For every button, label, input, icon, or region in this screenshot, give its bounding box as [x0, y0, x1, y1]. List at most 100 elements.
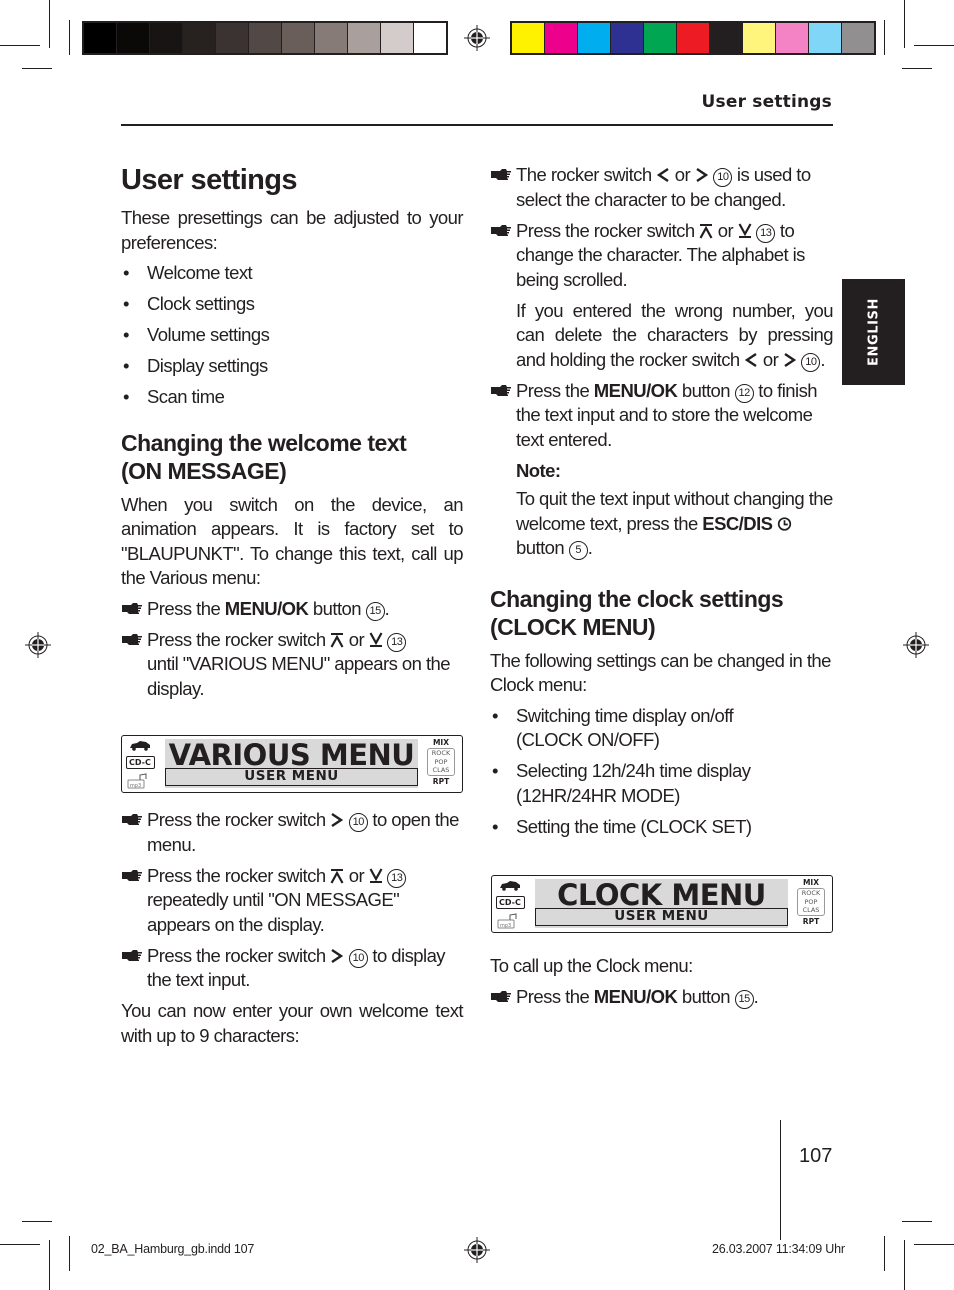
- list-item: • Volume settings: [123, 324, 270, 345]
- callout-number: 13: [387, 632, 407, 652]
- callout-number: 12: [734, 383, 754, 403]
- registration-mark-icon: [464, 25, 490, 51]
- callout-number: 13: [756, 223, 776, 243]
- registration-mark-icon: [903, 632, 929, 658]
- page-number: 107: [799, 1145, 833, 1167]
- rocker-right-icon: [783, 352, 797, 368]
- color-swatch: [414, 23, 446, 53]
- right-column-lower: To call up the Clock menu: Press the MEN…: [490, 954, 833, 1016]
- color-swatch: [809, 23, 841, 53]
- crop-mark: [902, 1221, 932, 1222]
- section-heading-clock: Changing the clock settings (CLOCK MENU): [490, 585, 784, 641]
- steps-list: The rocker switch or 10 is used to selec…: [490, 163, 834, 561]
- crop-mark: [22, 1221, 52, 1222]
- callout-number: 15: [734, 990, 754, 1009]
- left-column-lower: Press the rocker switch 10 to open the m…: [121, 808, 464, 1048]
- slug-filename: 02_BA_Hamburg_gb.indd 107: [91, 1242, 255, 1256]
- crop-mark: [904, 0, 905, 48]
- steps-list: Press the rocker switch 10 to open the m…: [121, 808, 463, 993]
- clock-icon: [777, 516, 792, 532]
- step-item: The rocker switch or 10 is used to selec…: [490, 163, 833, 212]
- car-icon: [128, 739, 152, 751]
- lcd-main-area: VARIOUS MENU USER MENU: [165, 739, 418, 788]
- color-swatch: [677, 23, 709, 53]
- step-item: Press the MENU/OK button 12 to finish th…: [490, 379, 833, 561]
- step-item: Press the MENU/OK button 15.: [121, 597, 463, 622]
- lcd-mode-indicators: MIX ROCK POP CLAS RPT: [423, 738, 459, 786]
- registration-mark-icon: [464, 1237, 490, 1263]
- list-item: • Scan time: [123, 386, 225, 407]
- lcd-main-text: CLOCK MENU: [557, 878, 766, 912]
- color-swatch: [282, 23, 314, 53]
- lcd-mode-indicators: MIX ROCK POP CLAS RPT: [793, 878, 829, 926]
- color-swatch: [644, 23, 676, 53]
- color-swatch: [842, 23, 874, 53]
- crop-mark: [0, 45, 40, 46]
- clock-settings-list: • Switching time display on/off (CLOCK ON/…: [490, 704, 833, 840]
- lcd-sub-text: USER MENU: [535, 908, 788, 926]
- pointing-hand-icon: [490, 383, 512, 397]
- list-item: • Welcome text: [123, 262, 253, 283]
- intro-text: These presettings can be adjusted to you…: [121, 207, 464, 253]
- rocker-right-icon: [330, 948, 344, 964]
- crop-mark: [902, 68, 932, 69]
- outro-text: You can now enter your own welcome text …: [121, 1000, 464, 1046]
- callout-number: 13: [387, 868, 407, 888]
- crop-mark: [0, 1244, 40, 1245]
- step-item: Press the rocker switch or 13 until "VAR…: [121, 628, 463, 702]
- section-heading-welcome: Changing the welcome text (ON MESSAGE): [121, 429, 407, 485]
- list-item: • Switching time display on/off (CLOCK ON/…: [492, 704, 734, 751]
- color-swatch: [249, 23, 281, 53]
- rocker-up-icon: [330, 868, 344, 884]
- color-swatch: [512, 23, 544, 53]
- color-swatch: [216, 23, 248, 53]
- pointing-hand-icon: [490, 989, 512, 1003]
- pointing-hand-icon: [121, 812, 143, 826]
- color-swatch: [381, 23, 413, 53]
- car-icon: [498, 879, 522, 891]
- cd-changer-indicator: CD-C: [126, 756, 155, 769]
- welcome-intro: When you switch on the device, an animat…: [121, 493, 464, 589]
- crop-mark: [69, 1236, 70, 1271]
- step-item: Press the rocker switch 10 to open the m…: [121, 808, 463, 857]
- clock-intro: The following settings can be changed in…: [490, 649, 831, 696]
- header-rule: [121, 124, 833, 126]
- language-tab-label: ENGLISH: [866, 298, 881, 366]
- right-column: The rocker switch or 10 is used to selec…: [490, 163, 834, 846]
- pointing-hand-icon: [121, 948, 143, 962]
- note-block: Note:: [516, 459, 833, 484]
- crop-mark: [904, 1240, 905, 1290]
- pointing-hand-icon: [121, 868, 143, 882]
- color-swatch: [84, 23, 116, 53]
- color-swatch: [743, 23, 775, 53]
- rocker-left-icon: [656, 167, 670, 183]
- step-item: Press the rocker switch 10 to display th…: [121, 944, 463, 993]
- rocker-right-icon: [695, 167, 709, 183]
- page-title: User settings: [121, 164, 298, 196]
- step-item: Press the MENU/OK button 15.: [490, 985, 833, 1010]
- rocker-up-icon: [699, 223, 713, 239]
- color-swatch: [117, 23, 149, 53]
- rocker-right-icon: [330, 812, 344, 828]
- settings-list: • Welcome text • Clock settings • Volume se…: [121, 261, 463, 410]
- lcd-display-clock-menu: CD-C CLOCK MENU USER MENU MIX ROCK POP CLA…: [491, 875, 833, 933]
- crop-mark: [69, 20, 70, 55]
- delete-hint: If you entered the wrong number, you can…: [516, 299, 834, 372]
- lcd-main-text: VARIOUS MENU: [168, 738, 415, 772]
- color-swatch: [545, 23, 577, 53]
- registration-mark-icon: [25, 632, 51, 658]
- callout-number: 10: [348, 813, 368, 832]
- crop-mark: [49, 0, 50, 48]
- note-label: Note:: [516, 459, 561, 481]
- callout-number: 10: [713, 168, 733, 187]
- rocker-up-icon: [330, 632, 344, 648]
- step-item: Press the rocker switch or 13 repeatedly…: [121, 864, 463, 938]
- list-item: • Selecting 12h/24h time display (12HR/24H…: [492, 760, 751, 806]
- left-column: User settings These presettings can be a…: [121, 160, 464, 708]
- cd-changer-indicator: CD-C: [496, 896, 525, 909]
- rocker-down-icon: [369, 868, 383, 884]
- color-swatch: [150, 23, 182, 53]
- callout-number: 5: [568, 541, 588, 560]
- lcd-display-various-menu: CD-C VARIOUS MENU USER MENU MIX ROCK POP C…: [121, 735, 463, 793]
- lcd-sub-text: USER MENU: [165, 768, 418, 786]
